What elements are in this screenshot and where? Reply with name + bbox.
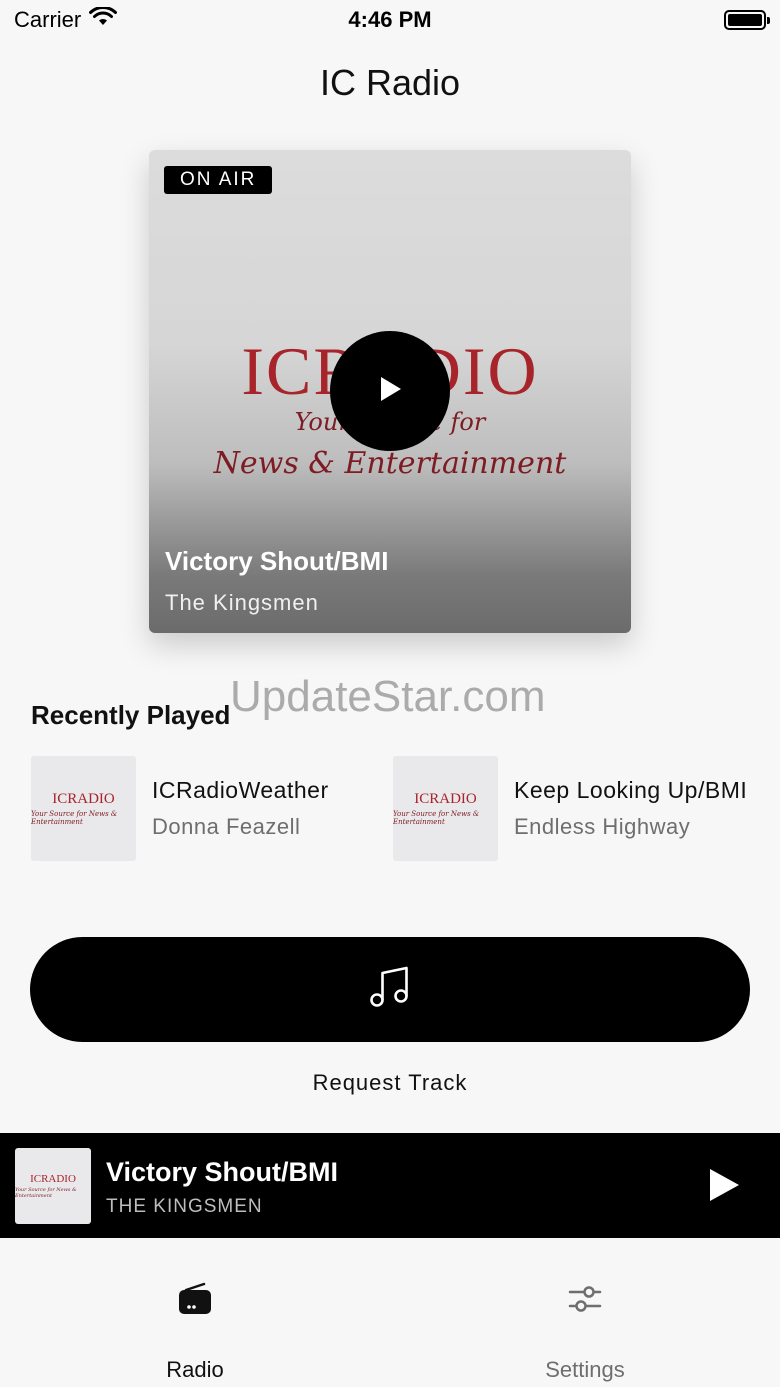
tab-settings[interactable]: Settings xyxy=(390,1238,780,1387)
recent-item-artwork: ICRADIO Your Source for News & Entertain… xyxy=(393,756,498,861)
play-icon xyxy=(375,374,405,409)
wifi-icon xyxy=(89,5,118,33)
now-playing-artist: The Kingsmen xyxy=(165,590,319,615)
tab-label: Radio xyxy=(166,1357,224,1382)
sliders-icon xyxy=(567,1282,603,1321)
station-logo-tagline-2: News & Entertainment xyxy=(213,446,567,481)
thumb-tagline: Your Source for News & Entertainment xyxy=(393,810,480,826)
thumb-logo: ICRADIO xyxy=(414,791,477,807)
carrier-label: Carrier xyxy=(14,7,82,32)
radio-icon xyxy=(177,1282,213,1321)
status-right xyxy=(566,10,770,30)
mini-player-title: Victory Shout/BMI xyxy=(106,1157,339,1187)
thumb-logo: ICRADIO xyxy=(30,1173,76,1185)
recent-item-title: ICRadioWeather xyxy=(152,777,329,803)
play-icon xyxy=(707,1167,741,1208)
mini-player-artist: THE KINGSMEN xyxy=(106,1196,263,1217)
tab-label: Settings xyxy=(545,1357,625,1382)
request-track-button[interactable] xyxy=(30,937,750,1042)
recent-item-artist: Endless Highway xyxy=(514,814,691,839)
now-playing-title: Victory Shout/BMI xyxy=(165,546,389,576)
thumb-tagline: Your Source for News & Entertainment xyxy=(31,810,118,826)
recent-item[interactable]: ICRADIO Your Source for News & Entertain… xyxy=(393,756,747,861)
status-bar: Carrier 4:46 PM xyxy=(0,0,780,40)
tab-radio[interactable]: Radio xyxy=(0,1238,390,1387)
recent-item-title: Keep Looking Up/BMI xyxy=(514,777,748,803)
recent-item[interactable]: ICRADIO Your Source for News & Entertain… xyxy=(31,756,329,861)
recent-item-artwork: ICRADIO Your Source for News & Entertain… xyxy=(31,756,136,861)
tab-bar: Radio Settings xyxy=(0,1238,780,1387)
music-note-icon xyxy=(368,965,412,1014)
mini-play-button[interactable] xyxy=(700,1163,748,1211)
on-air-badge: ON AIR xyxy=(164,166,273,194)
status-left: Carrier xyxy=(14,5,214,33)
recent-item-artist: Donna Feazell xyxy=(152,814,301,839)
mini-player[interactable]: ICRADIO Your Source for News & Entertain… xyxy=(0,1133,780,1238)
request-track-label: Request Track xyxy=(312,1070,468,1095)
play-button[interactable] xyxy=(330,331,450,451)
now-playing-card: ON AIR ICRADIO Your Source for News & En… xyxy=(149,150,631,633)
battery-icon xyxy=(724,10,770,30)
page-title: IC Radio xyxy=(319,62,461,103)
mini-player-artwork: ICRADIO Your Source for News & Entertain… xyxy=(15,1148,91,1224)
recently-played-heading: Recently Played xyxy=(31,700,231,730)
watermark: UpdateStar.com xyxy=(230,672,546,721)
status-time: 4:46 PM xyxy=(348,7,432,32)
thumb-logo: ICRADIO xyxy=(52,791,115,807)
thumb-tagline: Your Source for News & Entertainment xyxy=(15,1187,77,1199)
